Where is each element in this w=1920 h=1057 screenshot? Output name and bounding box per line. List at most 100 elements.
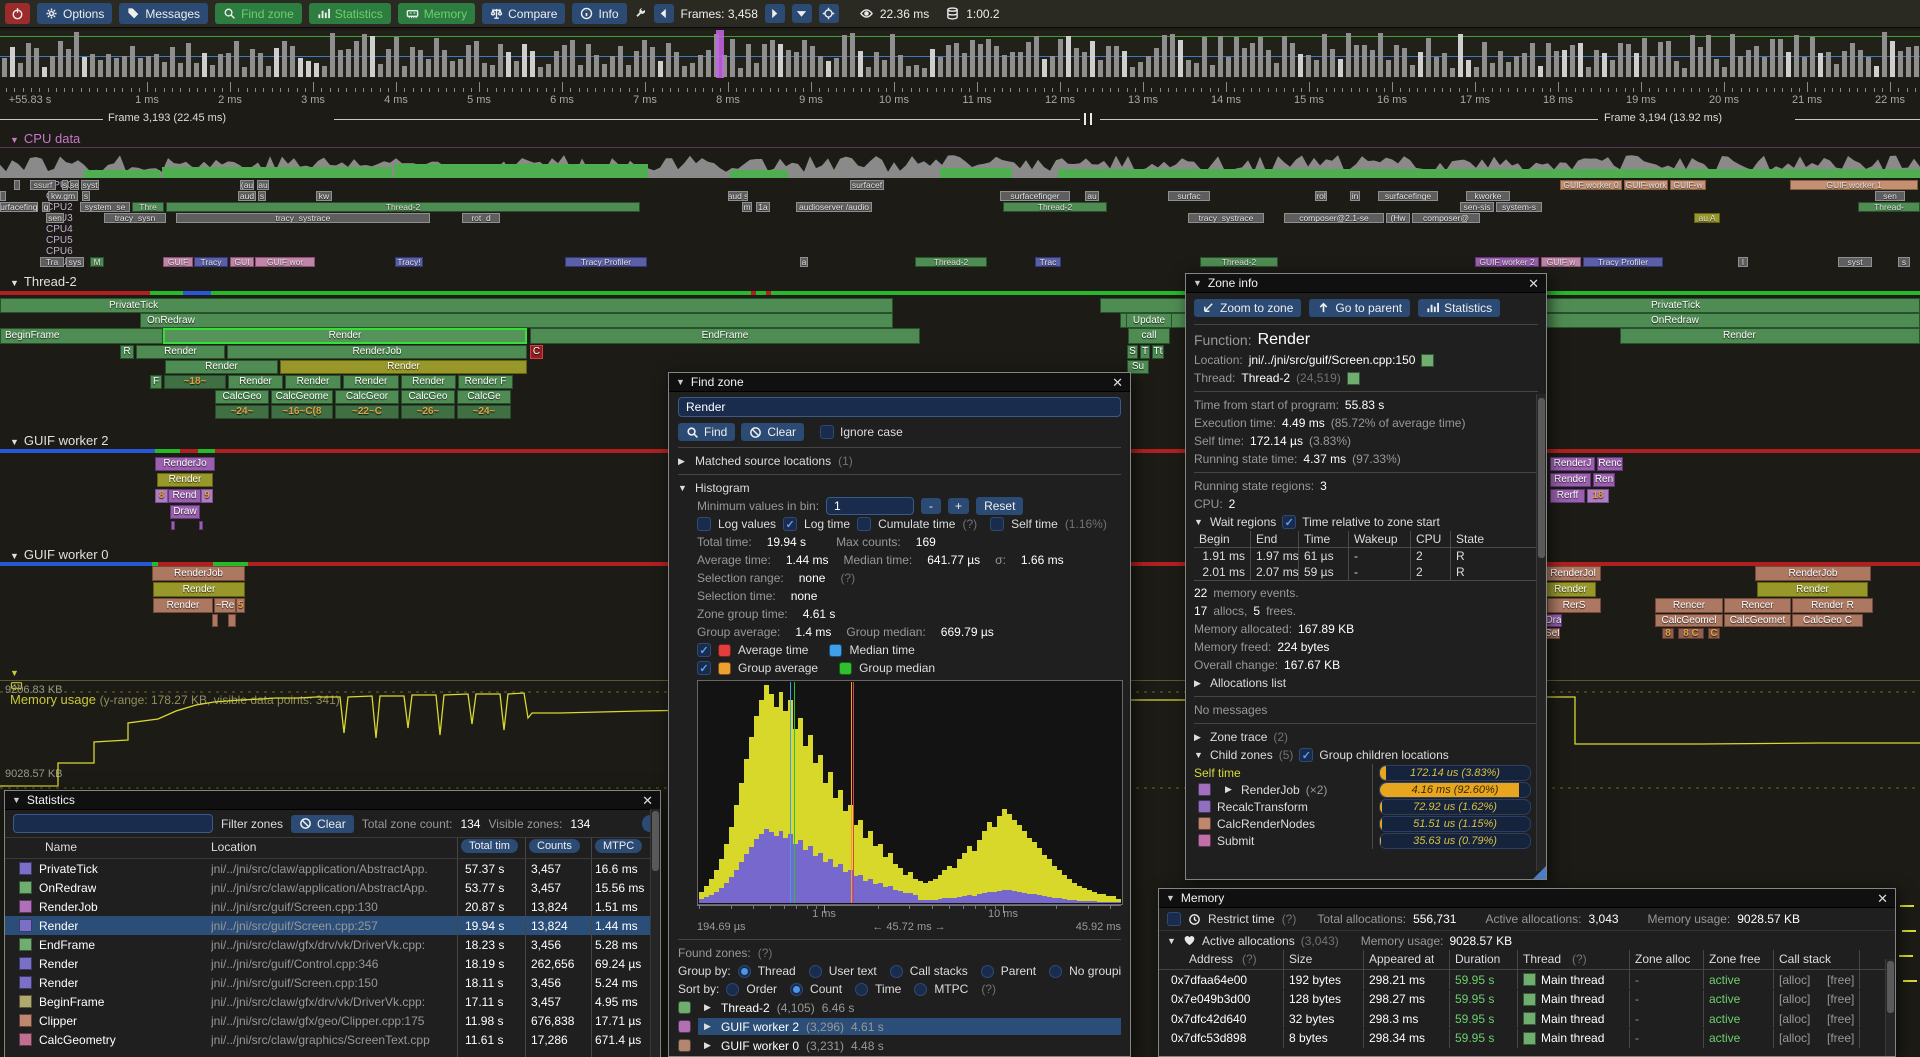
thread-section-header[interactable]: ▼Thread-2 xyxy=(10,274,77,289)
timeline-zone[interactable]: ~26~ xyxy=(401,405,455,419)
statistics-table-row[interactable]: Renderjni/../jni/src/guif/Control.cpp:34… xyxy=(5,954,660,973)
timeline-zone[interactable]: GUIF wor xyxy=(255,257,315,267)
child-zone-row[interactable]: RecalcTransform72.92 us (1.62%) xyxy=(1194,798,1538,815)
timeline-zone[interactable] xyxy=(228,614,236,627)
timeline-zone[interactable]: tracy_systrace xyxy=(1188,213,1264,223)
timeline-zone[interactable]: CalcGeo C xyxy=(1792,614,1863,627)
go-to-parent-button[interactable]: Go to parent xyxy=(1309,299,1410,317)
timeline-zone[interactable]: F xyxy=(150,375,162,389)
active-allocations-section[interactable]: Active allocations xyxy=(1202,934,1295,948)
timeline-zone[interactable]: ~Re xyxy=(214,598,236,613)
timeline-zone[interactable]: Tracy! xyxy=(395,257,423,267)
timeline-zone[interactable]: s xyxy=(82,191,90,201)
timeline-zone[interactable]: syst xyxy=(1838,257,1872,267)
timeline-zone[interactable]: GUIF xyxy=(163,257,193,267)
timeline-zone[interactable]: tracy_sysn xyxy=(104,213,166,223)
timeline-zone[interactable]: Render xyxy=(1757,582,1868,597)
memory-titlebar[interactable]: ▼ Memory ✕ xyxy=(1159,889,1895,908)
timeline-zone[interactable]: Tra xyxy=(40,257,64,267)
timeline-zone[interactable]: 18 xyxy=(1587,489,1609,503)
timeline-zone[interactable]: Renc xyxy=(1597,457,1623,471)
timeline-zone[interactable]: rol xyxy=(1315,191,1327,201)
timeline-zone[interactable]: g xyxy=(42,202,50,212)
timeline-zone[interactable]: Thre xyxy=(132,202,164,212)
close-icon[interactable]: ✕ xyxy=(1112,376,1123,389)
timeline-zone[interactable]: Trac xyxy=(1035,257,1061,267)
memory-col-call-stack[interactable]: Call stack xyxy=(1779,952,1831,966)
timeline-zone[interactable]: kw xyxy=(316,191,332,201)
found-zone-group[interactable]: ▶Thread-2(4,105)6.46 s xyxy=(678,998,1121,1017)
min-bin-input[interactable] xyxy=(826,497,914,515)
memory-table-row[interactable]: 0x7dfaa64e00192 bytes298.21 ms59.95 sMai… xyxy=(1159,970,1895,989)
timeline-zone[interactable]: rot_d xyxy=(462,213,500,223)
time-relative-checkbox[interactable]: ✓ xyxy=(1282,515,1296,529)
timeline-zone[interactable]: GUIF worker 1 xyxy=(1790,180,1918,190)
timeline-zone[interactable]: ssurf xyxy=(30,180,56,190)
memory-table-row[interactable]: 0x7e049b3d00128 bytes298.27 ms59.95 sMai… xyxy=(1159,990,1895,1009)
restrict-time-checkbox[interactable] xyxy=(1167,912,1181,926)
wait-table-row[interactable]: 2.01 ms2.07 ms59 µs-2R xyxy=(1194,564,1538,580)
timeline-zone[interactable]: RenderJob xyxy=(227,345,527,359)
timeline-zone[interactable]: PrivateTick xyxy=(0,298,893,313)
timeline-zone[interactable]: Tt xyxy=(1152,345,1164,359)
goto-frame-button[interactable] xyxy=(819,4,839,23)
timeline-zone[interactable]: ~22~C xyxy=(335,405,399,419)
radio-call-stacks[interactable] xyxy=(890,965,903,978)
collapse-icon[interactable]: ▼ xyxy=(1166,893,1175,903)
find-zone-titlebar[interactable]: ▼ Find zone ✕ xyxy=(669,373,1130,392)
thread-section-header[interactable]: ▼GUIF worker 0 xyxy=(10,547,108,562)
statistics-table-row[interactable]: OnRedrawjni/../jni/src/claw/application/… xyxy=(5,878,660,897)
timeline-zone[interactable]: C xyxy=(530,345,543,359)
statistics-table-row[interactable]: Renderjni/../jni/src/guif/Screen.cpp:150… xyxy=(5,973,660,992)
timeline-zone[interactable]: aud s xyxy=(728,191,748,201)
timeline-zone[interactable]: surfacefinge xyxy=(1378,191,1438,201)
memory-table-row[interactable]: 0x7dfc53d8988 bytes298.34 ms59.95 sMain … xyxy=(1159,1029,1895,1048)
timeline-zone[interactable]: Render xyxy=(1545,582,1596,597)
statistics-table-row[interactable]: CalcGeometryjni/../jni/src/claw/graphics… xyxy=(5,1030,660,1049)
alloc-callstack-free[interactable]: [free] xyxy=(1827,1031,1854,1045)
clear-button[interactable]: Clear xyxy=(741,423,804,441)
timeline-zone[interactable]: Render xyxy=(153,598,213,613)
timeline-zone[interactable]: Thread-2 xyxy=(915,257,987,267)
option-checkbox[interactable]: ✓ xyxy=(783,517,797,531)
timeline-zone[interactable]: 8 C xyxy=(1678,628,1704,639)
timeline-zone[interactable]: RenderJo xyxy=(155,457,215,471)
timeline-zone[interactable]: C xyxy=(1708,628,1720,639)
timeline-zone[interactable]: Update xyxy=(1126,313,1172,328)
timeline-zone[interactable]: call xyxy=(1128,328,1170,344)
statistics-table-row[interactable]: RenderJobjni/../jni/src/guif/Screen.cpp:… xyxy=(5,897,660,916)
timeline-zone[interactable] xyxy=(171,521,175,530)
timeline-zone[interactable]: GUIF w xyxy=(1541,257,1581,267)
zone-trace-row[interactable]: ▶Zone trace(2) xyxy=(1194,728,1538,746)
timeline-zone[interactable]: composer@ xyxy=(1412,213,1480,223)
resize-grip[interactable] xyxy=(1533,866,1546,879)
timeline-zone[interactable]: system_se xyxy=(80,202,130,212)
compare-button[interactable]: Compare xyxy=(482,3,565,24)
frame-dropdown-button[interactable] xyxy=(792,4,812,23)
close-icon[interactable]: ✕ xyxy=(1528,277,1539,290)
timeline-zone[interactable]: sen xyxy=(1875,191,1905,201)
timeline-zone[interactable]: s xyxy=(62,180,68,190)
timeline-zone[interactable]: Tracy Profiler xyxy=(1583,257,1663,267)
timeline-zone[interactable]: RenderJ xyxy=(1550,457,1595,471)
bin-minus-button[interactable]: - xyxy=(921,498,941,514)
zone-info-scrollbar[interactable] xyxy=(1536,394,1546,871)
radio-no-grouping[interactable] xyxy=(1049,965,1062,978)
wait-regions-row[interactable]: ▼Wait regions ✓ Time relative to zone st… xyxy=(1194,513,1538,531)
collapse-icon[interactable]: ▼ xyxy=(1193,278,1202,288)
memory-col-size[interactable]: Size xyxy=(1289,952,1312,966)
alloc-callstack-alloc[interactable]: [alloc] xyxy=(1779,973,1810,987)
legend-checkbox[interactable]: ✓ xyxy=(697,643,711,657)
statistics-button[interactable]: Statistics xyxy=(309,3,391,24)
find-zone-button[interactable]: Find zone xyxy=(215,3,302,24)
clear-filter-button[interactable]: Clear xyxy=(291,815,354,833)
timeline-zone[interactable]: CalcGeome xyxy=(271,390,333,404)
timeline-zone[interactable]: ~24~ xyxy=(457,405,511,419)
prev-frame-button[interactable] xyxy=(654,4,674,23)
timeline-zone[interactable]: sys xyxy=(66,257,84,267)
timeline-zone[interactable]: Rencer xyxy=(1655,598,1723,613)
timeline-zone[interactable]: Rend xyxy=(168,489,201,503)
statistics-scrollbar[interactable] xyxy=(650,809,660,1057)
alloc-callstack-free[interactable]: [free] xyxy=(1827,1012,1854,1026)
timeline-zone[interactable]: Render xyxy=(228,375,283,389)
